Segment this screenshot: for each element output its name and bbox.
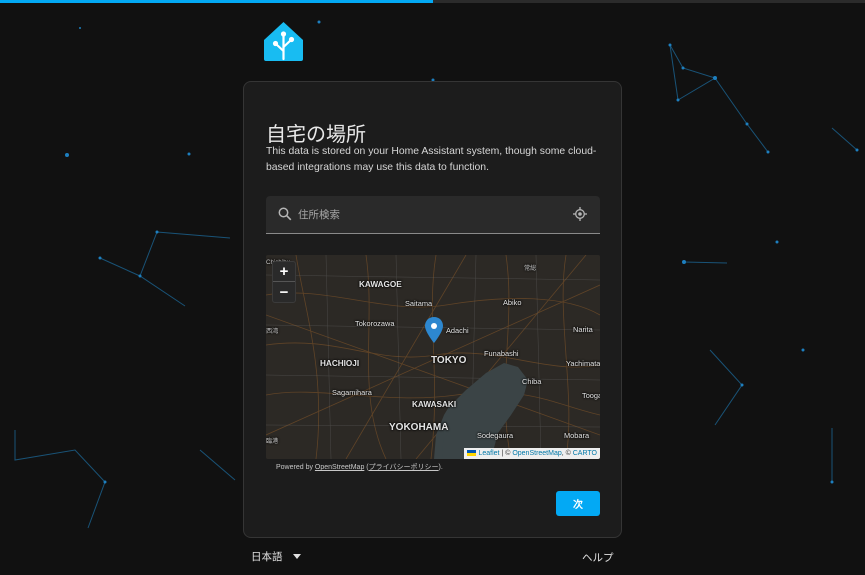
powered-by-prefix: Powered by [276, 464, 315, 471]
leaflet-link[interactable]: Leaflet [478, 450, 499, 457]
location-map[interactable]: Chichibu 常総 KAWAGOE Saitama Abiko Tokoro… [266, 255, 600, 459]
powered-by-text: Powered by OpenStreetMap (プライバシーポリシー). [276, 462, 443, 472]
map-label: Tokorozawa [355, 319, 395, 328]
map-label: KAWAGOE [359, 280, 402, 289]
search-icon [278, 207, 292, 221]
map-label: YOKOHAMA [389, 422, 449, 433]
carto-link[interactable]: CARTO [573, 450, 597, 457]
map-attribution: Leaflet | © OpenStreetMap, © CARTO [464, 448, 600, 459]
map-label: TOKYO [431, 355, 467, 366]
paren-close: ). [438, 464, 443, 471]
zoom-in-button[interactable]: + [273, 262, 295, 282]
language-select[interactable]: 日本語 [251, 549, 301, 564]
ukraine-flag-icon [467, 450, 477, 456]
map-label: Sagamihara [332, 388, 372, 397]
map-label: Yachimata [566, 359, 600, 368]
my-location-icon[interactable] [573, 207, 587, 221]
map-label: Chiba [522, 377, 542, 386]
next-button[interactable]: 次 [556, 491, 600, 516]
help-link[interactable]: ヘルプ [582, 550, 614, 565]
map-label: Sodegaura [477, 431, 514, 440]
address-search-input[interactable] [298, 202, 568, 228]
progress-fill [0, 0, 433, 3]
map-marker-icon[interactable] [425, 317, 443, 343]
page-title: 自宅の場所 [266, 124, 366, 146]
chevron-down-icon [292, 554, 301, 559]
map-label: HACHIOJI [320, 359, 360, 368]
map-label: KAWASAKI [412, 400, 457, 409]
home-assistant-logo [264, 22, 303, 61]
address-search-field[interactable] [266, 196, 600, 234]
map-label: Funabashi [484, 349, 519, 358]
privacy-policy-link[interactable]: プライバシーポリシー [369, 464, 439, 471]
map-zoom-control: + − [272, 261, 296, 303]
page-description: This data is stored on your Home Assista… [266, 146, 597, 173]
map-label: Saitama [405, 299, 433, 308]
osm-attribution-link[interactable]: OpenStreetMap [512, 450, 561, 457]
progress-bar [0, 0, 865, 3]
map-label: 臨港 [266, 438, 279, 445]
attribution-separator: , © [561, 450, 573, 457]
onboarding-card: 自宅の場所 This data is stored on your Home A… [243, 81, 622, 538]
zoom-out-button[interactable]: − [273, 282, 295, 302]
attribution-separator: | © [499, 450, 513, 457]
map-label: 西湾 [266, 328, 279, 335]
map-label: Toogane [582, 391, 600, 400]
map-label: Narita [573, 325, 593, 334]
map-label: 常総 [524, 265, 537, 272]
osm-link[interactable]: OpenStreetMap [315, 464, 364, 471]
map-label: Adachi [446, 326, 469, 335]
language-label: 日本語 [251, 551, 283, 563]
map-label: Mobara [564, 431, 590, 440]
map-label: Abiko [503, 298, 522, 307]
